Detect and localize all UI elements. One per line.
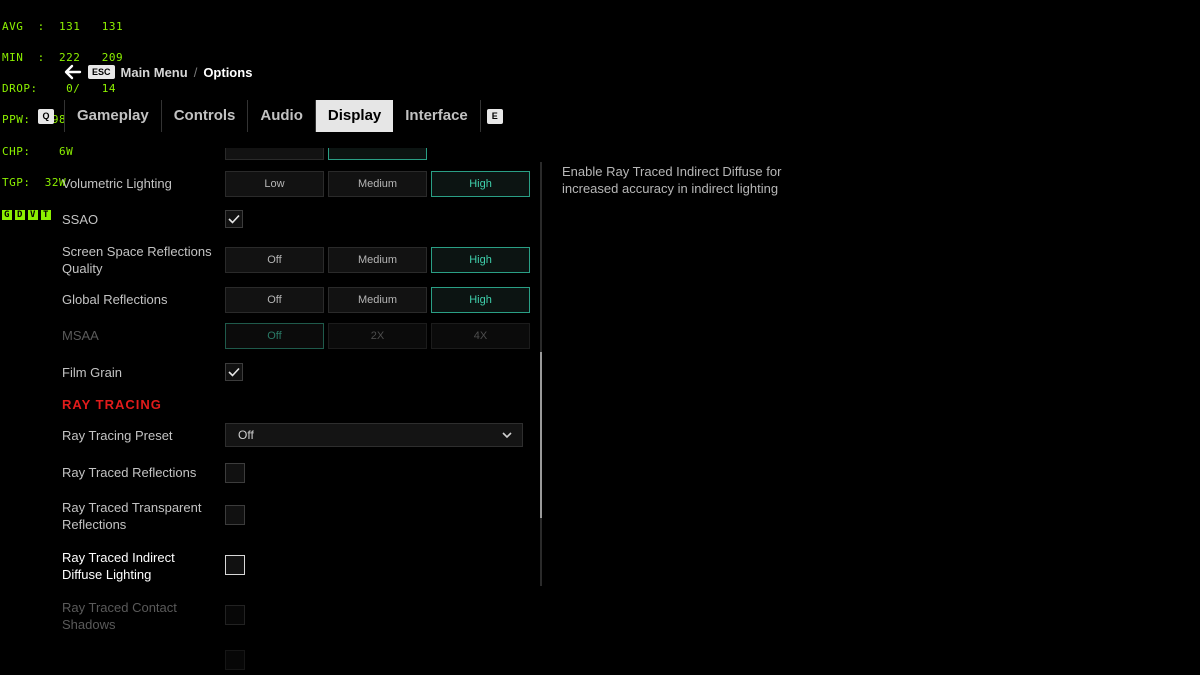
tab-display[interactable]: Display [315,100,394,132]
setting-label: Global Reflections [62,292,168,307]
settings-list[interactable]: Volumetric Lighting Low Medium High SSAO… [62,148,532,675]
perf-flag-d: D [15,210,25,221]
setting-label: Ray Traced Indirect Diffuse Lighting [62,550,175,582]
option-low[interactable]: Low [225,171,324,197]
next-tab-key-e[interactable]: E [486,108,503,124]
rt-preset-dropdown[interactable]: Off [225,423,523,447]
checkmark-icon [228,214,240,224]
breadcrumb-separator: / [193,64,198,80]
option-2x: 2X [328,323,427,349]
ssao-checkbox[interactable] [225,210,243,228]
tab-interface[interactable]: Interface [393,100,480,132]
global-reflections-selector: Off Medium High [225,287,530,313]
scrollbar-thumb[interactable] [540,352,542,518]
tab-divider [479,100,481,132]
setting-label: Volumetric Lighting [62,176,172,191]
rt-indirect-diffuse-checkbox[interactable] [225,555,245,575]
breadcrumb-main-menu[interactable]: Main Menu [121,65,188,80]
tab-controls[interactable]: Controls [162,100,248,132]
perf-flag-v: V [28,210,38,221]
option-off: Off [225,323,324,349]
dropdown-value: Off [238,428,254,442]
setting-label: Ray Tracing Preset [62,428,173,443]
setting-label: Film Grain [62,365,122,380]
rt-reflections-checkbox[interactable] [225,463,245,483]
esc-key-badge: ESC [88,65,115,79]
perf-flag-g: G [2,210,12,221]
partial-checkbox [225,650,245,670]
option-medium[interactable]: Medium [328,171,427,197]
perf-line-avg: AVG : 131 131 [2,19,124,33]
options-tabs: Q Gameplay Controls Audio Display Interf… [38,100,503,132]
perf-line-drop: DROP: 0/ 14 [2,82,116,96]
rt-contact-shadows-checkbox [225,605,245,625]
setting-label: Ray Traced Transparent Reflections [62,500,202,532]
volumetric-lighting-selector: Low Medium High [225,171,530,197]
option-high[interactable]: High [431,171,530,197]
tab-gameplay[interactable]: Gameplay [65,100,161,132]
setting-label: MSAA [62,328,99,343]
option-off[interactable]: Off [225,287,324,313]
option-off[interactable]: Off [225,247,324,273]
setting-label: SSAO [62,212,99,227]
setting-description: Enable Ray Traced Indirect Diffuse for i… [562,164,782,196]
section-header-ray-tracing: RAY TRACING [62,397,162,412]
option-partial[interactable] [225,148,324,160]
msaa-selector: Off 2X 4X [225,323,530,349]
option-high[interactable]: High [431,247,530,273]
perf-line-min: MIN : 222 209 [2,51,124,65]
option-4x: 4X [431,323,530,349]
option-high[interactable]: High [431,287,530,313]
rt-transparent-reflections-checkbox[interactable] [225,505,245,525]
checkmark-icon [228,367,240,377]
tab-audio[interactable]: Audio [248,100,315,132]
perf-flag-t: T [41,210,51,221]
setting-label: Screen Space Reflections Quality [62,244,212,276]
prev-tab-key-q[interactable]: Q [38,108,54,124]
setting-label: Ray Traced Contact Shadows [62,600,177,632]
option-medium[interactable]: Medium [328,287,427,313]
film-grain-checkbox[interactable] [225,363,243,381]
breadcrumb-options: Options [203,64,253,80]
ssr-quality-selector: Off Medium High [225,247,530,273]
settings-scrollbar[interactable] [540,162,542,586]
option-medium[interactable]: Medium [328,247,427,273]
back-arrow-icon[interactable] [64,64,82,80]
option-partial-selected[interactable] [328,148,427,160]
chevron-down-icon [502,431,512,438]
breadcrumb: ESC Main Menu / Options [64,64,252,80]
setting-label: Ray Traced Reflections [62,465,197,480]
